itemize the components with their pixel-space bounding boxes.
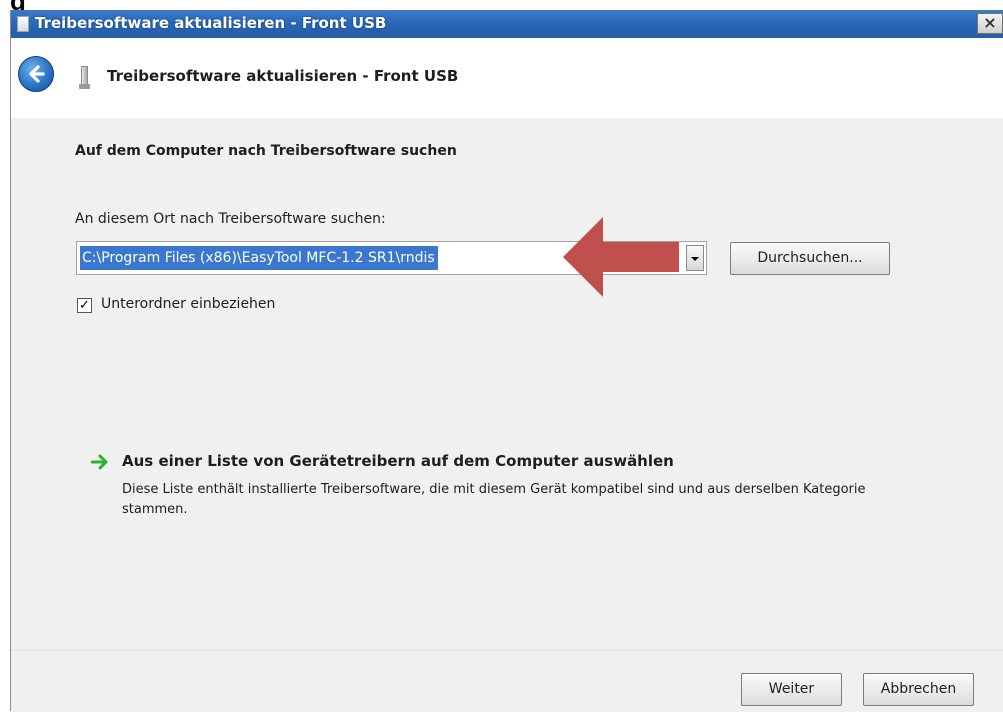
wizard-window: Treibersoftware aktualisieren - Front US… xyxy=(10,10,1003,712)
browse-button[interactable]: Durchsuchen... xyxy=(730,242,890,275)
red-arrow-icon xyxy=(563,217,679,297)
wizard-footer: Weiter Abbrechen xyxy=(11,650,1003,712)
wizard-content: Auf dem Computer nach Treibersoftware su… xyxy=(11,118,1003,650)
usb-device-icon xyxy=(79,66,90,89)
back-arrow-icon xyxy=(29,65,45,83)
driver-list-link[interactable]: Aus einer Liste von Gerätetreibern auf d… xyxy=(122,452,674,470)
green-arrow-icon xyxy=(91,454,108,470)
include-subfolders-label[interactable]: Unterordner einbeziehen xyxy=(101,296,275,312)
driver-list-description: Diese Liste enthält installierte Treiber… xyxy=(122,482,866,517)
window-icon xyxy=(17,16,29,32)
include-subfolders-checkbox[interactable]: ✓ xyxy=(77,298,92,313)
wizard-header: Treibersoftware aktualisieren - Front US… xyxy=(11,38,1003,118)
header-title: Treibersoftware aktualisieren - Front US… xyxy=(107,67,459,85)
top-caption-crop: g xyxy=(0,0,1003,10)
cancel-button[interactable]: Abbrechen xyxy=(863,673,974,706)
close-button[interactable]: × xyxy=(977,13,1003,34)
path-label: An diesem Ort nach Treibersoftware suche… xyxy=(75,211,386,227)
path-input-value[interactable]: C:\Program Files (x86)\EasyTool MFC-1.2 … xyxy=(80,246,438,270)
window-title: Treibersoftware aktualisieren - Front US… xyxy=(35,14,387,32)
section-title: Auf dem Computer nach Treibersoftware su… xyxy=(75,143,457,159)
next-button[interactable]: Weiter xyxy=(741,673,842,706)
back-button[interactable] xyxy=(18,56,54,92)
title-bar[interactable]: Treibersoftware aktualisieren - Front US… xyxy=(11,10,1003,38)
